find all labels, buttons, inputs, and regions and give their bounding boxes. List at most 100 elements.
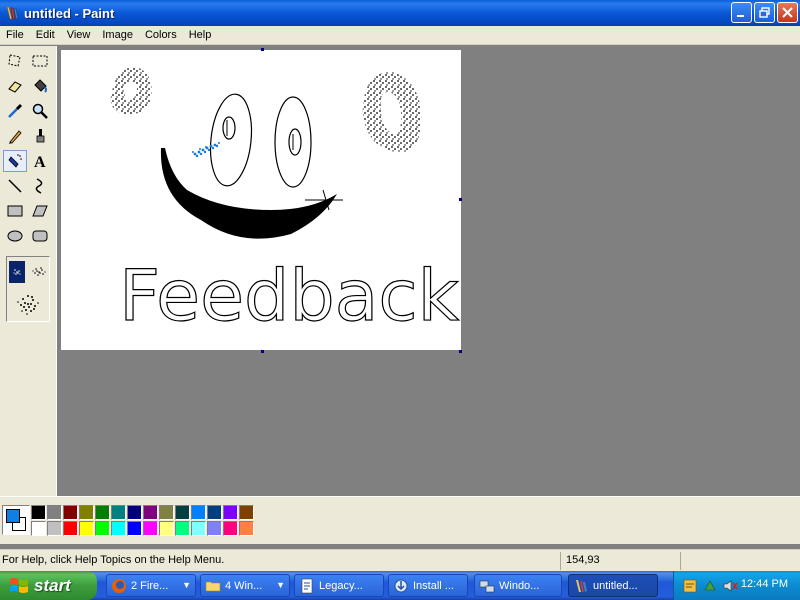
free-form-select-icon [8,54,21,67]
palette-swatch[interactable] [47,505,62,520]
palette-swatch[interactable] [175,505,190,520]
magnifier-icon [32,103,48,119]
clock[interactable]: 12:44 PM [741,578,788,590]
title-bar[interactable]: untitled - Paint [0,0,800,26]
close-button[interactable] [777,2,798,23]
menu-help[interactable]: Help [183,29,218,41]
windows-logo-icon [10,577,28,593]
palette-swatch[interactable] [111,521,126,536]
pencil-tool[interactable] [3,125,27,147]
palette-swatch[interactable] [63,521,78,536]
magnifier-tool[interactable] [28,100,52,122]
palette-swatch[interactable] [95,521,110,536]
tool-options-box [6,256,50,322]
palette-swatch[interactable] [31,521,46,536]
curve-tool[interactable] [28,175,52,197]
restore-button[interactable] [754,2,775,23]
taskbar-button-legacy[interactable]: Legacy... [294,574,384,597]
palette-swatch[interactable] [207,521,222,536]
color-box [0,496,800,544]
left-eye-pupil [222,116,236,140]
airbrush-size-small[interactable] [9,261,25,283]
palette-swatch[interactable] [111,505,126,520]
select-tool[interactable] [28,50,52,72]
palette-swatch[interactable] [127,505,142,520]
palette-swatch[interactable] [63,505,78,520]
palette-swatch[interactable] [191,505,206,520]
palette-swatch[interactable] [47,521,62,536]
drawing-canvas[interactable]: Feedback [61,50,461,350]
right-eye-pupil [288,128,302,156]
rectangle-icon [7,205,23,217]
rounded-rectangle-tool[interactable] [28,225,52,247]
ellipse-tool[interactable] [3,225,27,247]
taskbar-button-firefox[interactable]: 2 Fire... ▼ [106,574,196,597]
palette-swatch[interactable] [31,505,46,520]
text-tool[interactable]: A [28,150,52,172]
pick-color-tool[interactable] [3,100,27,122]
airbrush-size-medium[interactable] [29,261,49,283]
palette-swatch[interactable] [95,505,110,520]
palette-swatch[interactable] [143,521,158,536]
brush-tool[interactable] [28,125,52,147]
menu-edit[interactable]: Edit [30,29,61,41]
palette-swatch[interactable] [207,505,222,520]
task-label: Install ... [413,579,454,592]
menu-view[interactable]: View [61,29,97,41]
palette-swatch[interactable] [127,521,142,536]
text-icon: A [34,154,46,170]
start-button[interactable]: start [0,571,97,600]
palette-swatch[interactable] [191,521,206,536]
line-tool[interactable] [3,175,27,197]
taskbar-button-install[interactable]: Install ... [388,574,468,597]
free-form-select-tool[interactable] [3,50,27,72]
cursor-coordinates: 154,93 [566,554,600,566]
palette-swatch[interactable] [159,505,174,520]
taskbar: start 2 Fire... ▼ 4 Win... ▼ Legacy... I… [0,571,800,600]
menu-file[interactable]: File [0,29,30,41]
status-bar: For Help, click Help Topics on the Help … [0,549,800,571]
group-dropdown-icon: ▼ [276,580,285,590]
status-help-text: For Help, click Help Topics on the Help … [2,554,225,566]
palette-swatch[interactable] [79,505,94,520]
tray-app-icon[interactable] [682,578,698,594]
mouth-shape [160,148,337,239]
rounded-rectangle-icon [32,230,48,242]
volume-muted-icon[interactable] [722,578,738,594]
palette-swatch[interactable] [79,521,94,536]
pencil-icon [9,130,22,144]
tray-network-icon[interactable] [702,578,718,594]
polygon-tool[interactable] [28,200,52,222]
taskbar-button-windows[interactable]: Windo... [474,574,562,597]
taskbar-button-paint[interactable]: untitled... [568,574,658,597]
paint-app-icon [6,6,19,20]
blue-spray-mark [192,142,220,158]
brush-icon [36,129,45,143]
eraser-tool[interactable] [3,75,27,97]
resize-handle-top[interactable] [261,48,264,51]
current-colors[interactable] [2,505,30,535]
select-icon [32,55,48,67]
airbrush-tool[interactable] [3,150,27,172]
taskbar-button-explorer[interactable]: 4 Win... ▼ [200,574,290,597]
palette-swatch[interactable] [239,521,254,536]
fill-tool[interactable] [28,75,52,97]
menu-colors[interactable]: Colors [139,29,183,41]
palette-swatch[interactable] [223,521,238,536]
palette-swatch[interactable] [159,521,174,536]
menu-image[interactable]: Image [96,29,139,41]
window-title: untitled - Paint [24,5,115,21]
restore-icon [759,7,770,18]
foreground-color-indicator [6,509,20,523]
curve-icon [35,178,43,194]
palette-swatch[interactable] [175,521,190,536]
minimize-button[interactable] [731,2,752,23]
resize-handle-corner[interactable] [459,350,462,353]
airbrush-size-large[interactable] [13,289,43,319]
resize-handle-bottom[interactable] [261,350,264,353]
palette-swatch[interactable] [239,505,254,520]
rectangle-tool[interactable] [3,200,27,222]
palette-swatch[interactable] [223,505,238,520]
resize-handle-right[interactable] [459,198,462,201]
palette-swatch[interactable] [143,505,158,520]
